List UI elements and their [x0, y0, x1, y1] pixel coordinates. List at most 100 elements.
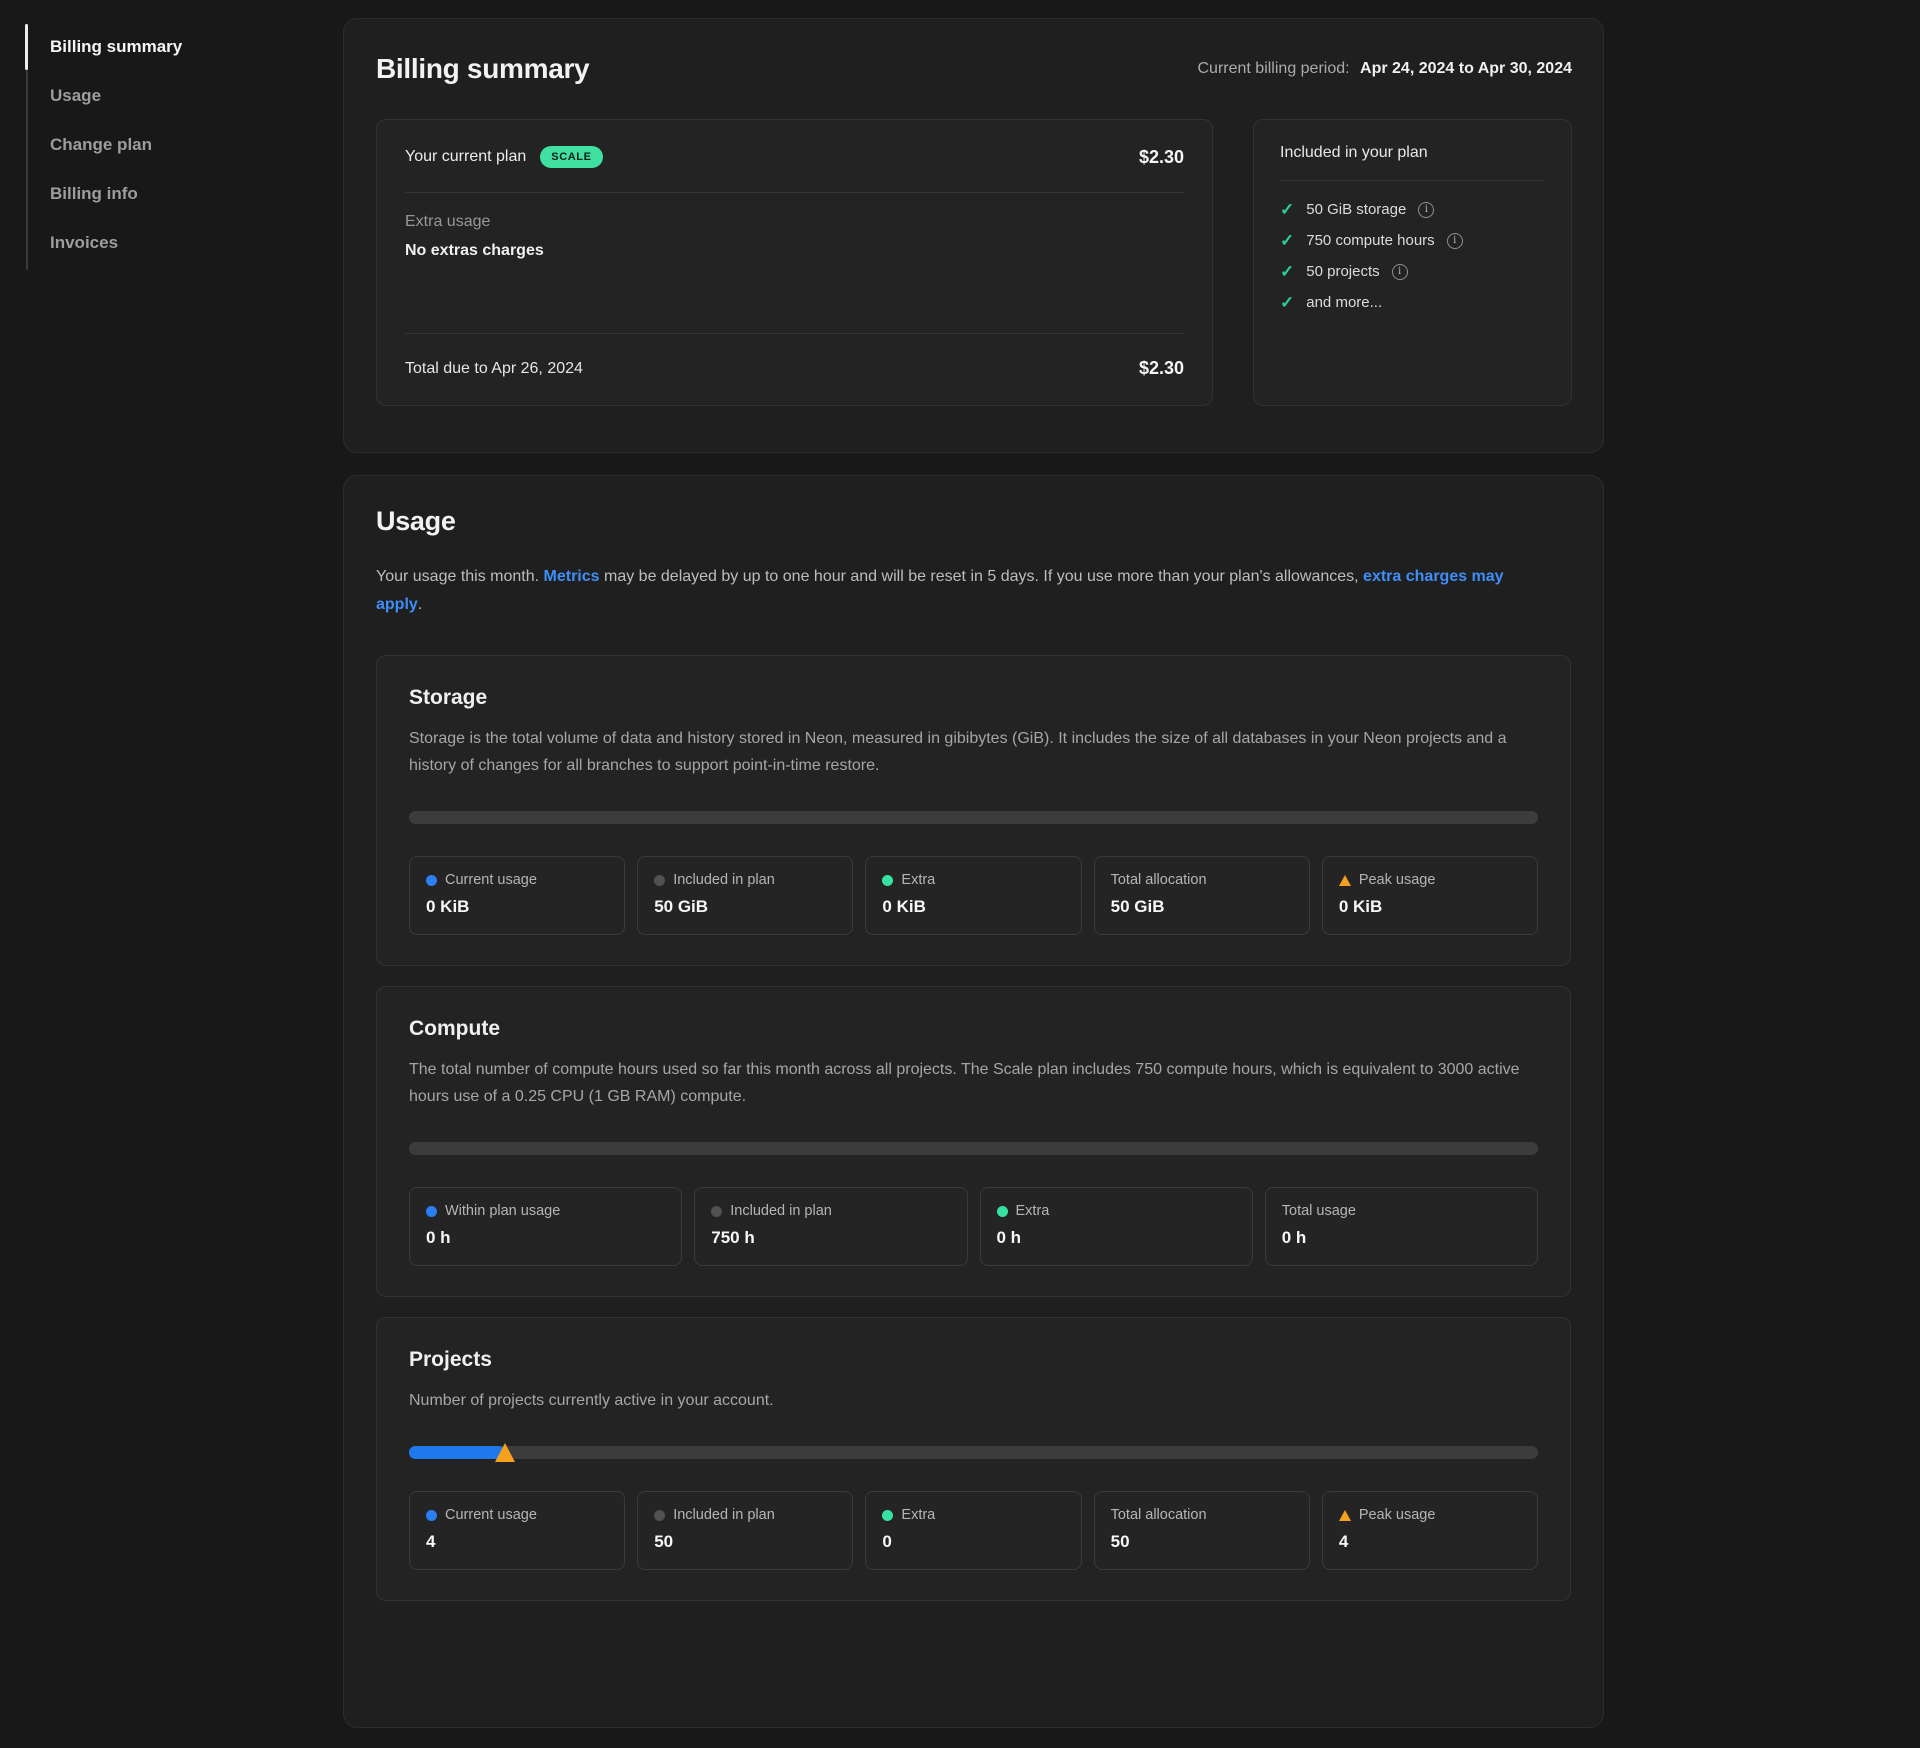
usage-section-storage: Storage Storage is the total volume of d… — [376, 655, 1571, 966]
included-item-label: 50 GiB storage — [1306, 201, 1406, 218]
extra-usage-row: Extra usage No extras charges — [405, 193, 1184, 333]
sidebar-active-indicator — [25, 24, 28, 70]
total-due-amount: $2.30 — [1139, 358, 1184, 379]
sidebar-nav-list: Billing summary Usage Change plan Billin… — [50, 22, 343, 267]
gray-dot-icon — [711, 1206, 722, 1217]
gray-dot-icon — [654, 875, 665, 886]
stat-label-row: Current usage — [426, 872, 608, 888]
stat-label-row: Extra — [882, 872, 1064, 888]
stat-label-row: Current usage — [426, 1507, 608, 1523]
stat-value: 0 h — [1282, 1228, 1521, 1248]
sidebar-item-change-plan[interactable]: Change plan — [50, 120, 343, 169]
stats-row: Current usage 0 KiB Included in plan 50 … — [409, 856, 1538, 935]
billing-period: Current billing period: Apr 24, 2024 to … — [1198, 60, 1573, 78]
stat-label-row: Total allocation — [1111, 1507, 1293, 1523]
included-item-label: 50 projects — [1306, 263, 1379, 280]
sidebar-item-invoices[interactable]: Invoices — [50, 218, 343, 267]
peak-marker-icon — [495, 1443, 515, 1462]
page-title: Billing summary — [376, 53, 589, 85]
stat-box: Total allocation 50 GiB — [1094, 856, 1310, 935]
info-icon[interactable]: i — [1392, 264, 1408, 280]
sidebar-item-usage[interactable]: Usage — [50, 71, 343, 120]
metrics-link[interactable]: Metrics — [544, 568, 600, 585]
stat-label: Included in plan — [730, 1203, 832, 1219]
plan-row: Your current plan SCALE $2.30 — [405, 146, 1184, 192]
plan-amount: $2.30 — [1139, 147, 1184, 168]
stat-box: Included in plan 750 h — [694, 1187, 967, 1266]
blue-dot-icon — [426, 1206, 437, 1217]
plan-cards-row: Your current plan SCALE $2.30 Extra usag… — [376, 119, 1572, 406]
included-item: ✓ 50 GiB storage i — [1280, 201, 1545, 218]
total-due-label: Total due to Apr 26, 2024 — [405, 360, 583, 378]
stat-label-row: Within plan usage — [426, 1203, 665, 1219]
check-icon: ✓ — [1280, 232, 1294, 249]
sidebar-nav: Billing summary Usage Change plan Billin… — [26, 22, 343, 267]
usage-intro: Your usage this month. Metrics may be de… — [376, 563, 1541, 619]
stat-label-row: Extra — [882, 1507, 1064, 1523]
current-plan-card: Your current plan SCALE $2.30 Extra usag… — [376, 119, 1213, 406]
stat-label: Peak usage — [1359, 1507, 1436, 1523]
stat-value: 50 — [654, 1532, 836, 1552]
stat-value: 4 — [1339, 1532, 1521, 1552]
stat-label-row: Extra — [997, 1203, 1236, 1219]
blue-dot-icon — [426, 875, 437, 886]
stat-box: Total usage 0 h — [1265, 1187, 1538, 1266]
stat-value: 0 KiB — [882, 897, 1064, 917]
stat-label: Current usage — [445, 1507, 537, 1523]
stat-box: Extra 0 h — [980, 1187, 1253, 1266]
section-title: Projects — [409, 1348, 1538, 1372]
stat-value: 50 GiB — [1111, 897, 1293, 917]
usage-progress-bar — [409, 811, 1538, 824]
included-item: ✓ 750 compute hours i — [1280, 232, 1545, 249]
main-content: Billing summary Current billing period: … — [343, 0, 1604, 1728]
check-icon: ✓ — [1280, 263, 1294, 280]
billing-period-label: Current billing period: — [1198, 60, 1350, 77]
info-icon[interactable]: i — [1418, 202, 1434, 218]
stat-label-row: Total allocation — [1111, 872, 1293, 888]
section-description: Number of projects currently active in y… — [409, 1387, 1538, 1414]
stat-label-row: Included in plan — [711, 1203, 950, 1219]
stat-label-row: Total usage — [1282, 1203, 1521, 1219]
billing-period-value: Apr 24, 2024 to Apr 30, 2024 — [1360, 60, 1572, 77]
divider — [1280, 180, 1545, 181]
current-plan-label-group: Your current plan SCALE — [405, 146, 603, 168]
section-description: The total number of compute hours used s… — [409, 1056, 1538, 1110]
included-title: Included in your plan — [1280, 144, 1545, 162]
stat-label: Total usage — [1282, 1203, 1356, 1219]
stats-row: Within plan usage 0 h Included in plan 7… — [409, 1187, 1538, 1266]
stat-value: 0 KiB — [1339, 897, 1521, 917]
stat-value: 0 — [882, 1532, 1064, 1552]
included-item-label: and more... — [1306, 294, 1382, 311]
usage-intro-mid: may be delayed by up to one hour and wil… — [600, 568, 1364, 585]
stat-box: Extra 0 — [865, 1491, 1081, 1570]
current-plan-label: Your current plan — [405, 148, 526, 166]
section-description: Storage is the total volume of data and … — [409, 725, 1538, 779]
stat-box: Total allocation 50 — [1094, 1491, 1310, 1570]
usage-intro-pre: Your usage this month. — [376, 568, 544, 585]
stat-box: Current usage 0 KiB — [409, 856, 625, 935]
check-icon: ✓ — [1280, 201, 1294, 218]
extra-usage-label: Extra usage — [405, 213, 1184, 231]
sidebar-item-billing-summary[interactable]: Billing summary — [50, 22, 343, 71]
stat-label-row: Peak usage — [1339, 872, 1521, 888]
usage-progress-bar — [409, 1142, 1538, 1155]
stat-box: Extra 0 KiB — [865, 856, 1081, 935]
usage-sections: Storage Storage is the total volume of d… — [376, 655, 1571, 1601]
stat-box: Peak usage 0 KiB — [1322, 856, 1538, 935]
check-icon: ✓ — [1280, 294, 1294, 311]
peak-triangle-icon — [1339, 1510, 1351, 1521]
usage-section-projects: Projects Number of projects currently ac… — [376, 1317, 1571, 1601]
stat-value: 0 KiB — [426, 897, 608, 917]
usage-progress-bar — [409, 1446, 1538, 1459]
green-dot-icon — [882, 1510, 893, 1521]
stat-box: Peak usage 4 — [1322, 1491, 1538, 1570]
stat-label: Included in plan — [673, 1507, 775, 1523]
info-icon[interactable]: i — [1447, 233, 1463, 249]
sidebar-item-billing-info[interactable]: Billing info — [50, 169, 343, 218]
stat-value: 50 — [1111, 1532, 1293, 1552]
stat-label: Extra — [901, 872, 935, 888]
stat-label: Total allocation — [1111, 1507, 1207, 1523]
included-item: ✓ 50 projects i — [1280, 263, 1545, 280]
green-dot-icon — [997, 1206, 1008, 1217]
stat-value: 0 h — [997, 1228, 1236, 1248]
